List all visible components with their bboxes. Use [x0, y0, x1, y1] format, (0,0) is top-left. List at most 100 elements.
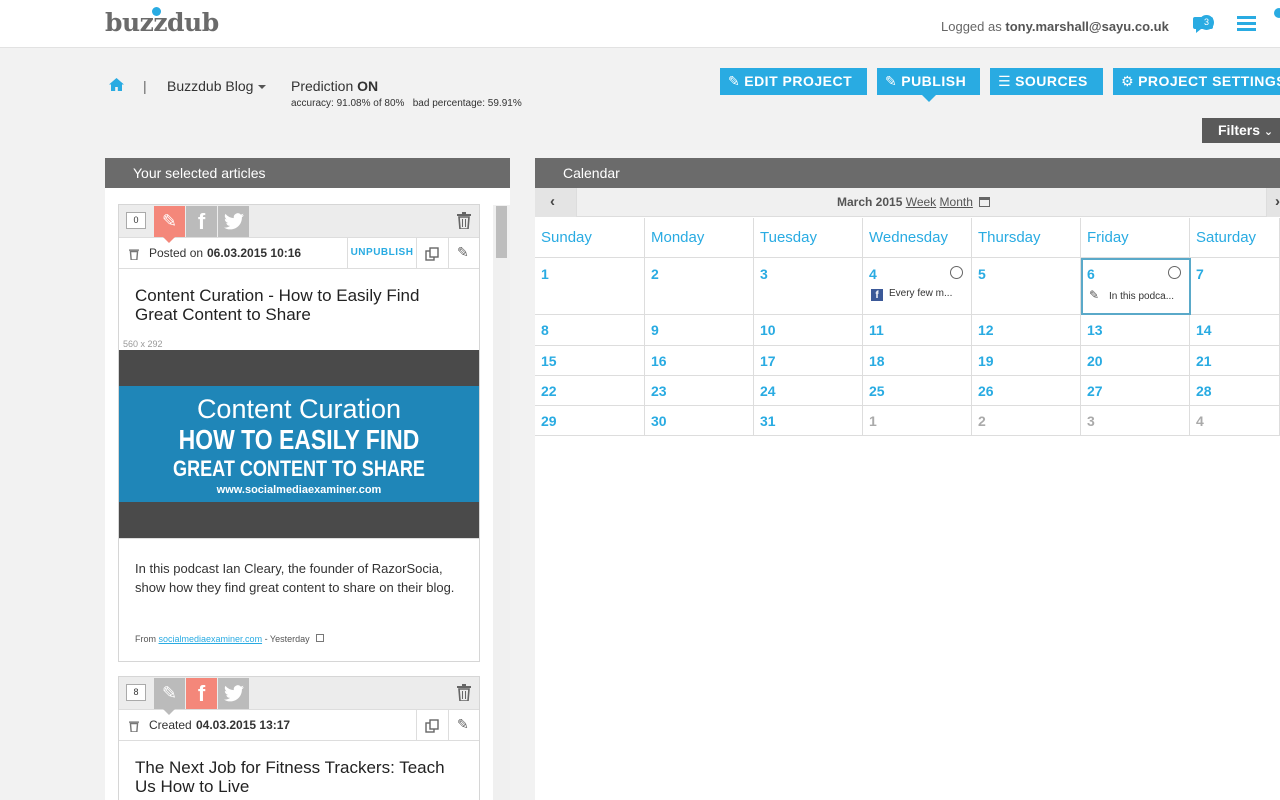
project-selector[interactable]: Buzzdub Blog: [167, 78, 267, 94]
calendar-day-cell[interactable]: 11: [863, 315, 972, 346]
copy-icon[interactable]: [425, 247, 439, 261]
article-count: 8: [126, 684, 146, 701]
filters-label: Filters: [1218, 122, 1261, 138]
calendar-day-cell[interactable]: 9: [645, 315, 754, 346]
calendar-day-cell[interactable]: 27: [1081, 376, 1190, 406]
articles-scrollbar[interactable]: [493, 205, 510, 800]
twitter-icon[interactable]: [218, 678, 249, 709]
calendar-day-cell[interactable]: 1: [863, 406, 972, 436]
sources-button[interactable]: ☰ SOURCES: [990, 68, 1103, 95]
logo-dot: [152, 7, 161, 16]
calendar-next-button[interactable]: ›: [1266, 188, 1280, 217]
calendar-day-cell[interactable]: 19: [972, 346, 1081, 376]
article-title[interactable]: The Next Job for Fitness Trackers: Teach…: [135, 758, 465, 796]
trash-icon[interactable]: [457, 212, 471, 229]
calendar-day-number: 1: [541, 266, 549, 282]
user-email: tony.marshall@sayu.co.uk: [1005, 19, 1169, 34]
logged-in-label: Logged as tony.marshall@sayu.co.uk: [941, 19, 1169, 34]
calendar-day-cell[interactable]: 2: [972, 406, 1081, 436]
calendar-day-cell[interactable]: 5: [972, 258, 1081, 315]
calendar-day-cell[interactable]: 18: [863, 346, 972, 376]
menu-icon[interactable]: [1237, 16, 1256, 32]
calendar-day-cell[interactable]: 8: [535, 315, 645, 346]
app-logo[interactable]: buzzdub: [105, 8, 219, 37]
calendar-day-cell[interactable]: 23: [645, 376, 754, 406]
facebook-icon[interactable]: f: [186, 678, 217, 709]
month-view-link[interactable]: Month: [940, 195, 973, 209]
calendar-day-number: 8: [541, 322, 549, 338]
calendar-day-cell[interactable]: 24: [754, 376, 863, 406]
trash-small-icon[interactable]: [129, 248, 139, 260]
calendar-day-cell[interactable]: 12: [972, 315, 1081, 346]
day-name-thursday: Thursday: [972, 218, 1081, 258]
calendar-day-cell[interactable]: 3: [1081, 406, 1190, 436]
filters-button[interactable]: Filters ⌄: [1202, 118, 1280, 143]
home-icon[interactable]: [109, 78, 124, 91]
calendar-event[interactable]: ✎ In this podca...: [1089, 288, 1174, 302]
calendar-day-cell[interactable]: 16: [645, 346, 754, 376]
status-date: 06.03.2015 10:16: [207, 246, 302, 260]
calendar-day-cell[interactable]: 1: [535, 258, 645, 315]
calendar-day-cell[interactable]: 31: [754, 406, 863, 436]
week-view-link[interactable]: Week: [906, 195, 936, 209]
day-name-tuesday: Tuesday: [754, 218, 863, 258]
calendar-day-cell[interactable]: 29: [535, 406, 645, 436]
calendar-day-number: 12: [978, 322, 994, 338]
trash-small-icon[interactable]: [129, 720, 139, 732]
calendar-day-number: 6: [1087, 266, 1095, 282]
calendar-day-cell[interactable]: 7: [1190, 258, 1280, 315]
calendar-day-cell[interactable]: 4 f Every few m...: [863, 258, 972, 315]
prediction-status: Prediction ON: [291, 78, 378, 94]
calendar-event[interactable]: f Every few m...: [871, 288, 952, 301]
calendar-day-cell[interactable]: 4: [1190, 406, 1280, 436]
calendar-day-cell[interactable]: 22: [535, 376, 645, 406]
unpublish-button[interactable]: UNPUBLISH: [347, 238, 417, 268]
calendar-day-cell[interactable]: 26: [972, 376, 1081, 406]
project-settings-label: PROJECT SETTINGS: [1138, 73, 1280, 89]
calendar-day-number: 14: [1196, 322, 1212, 338]
calendar-day-cell[interactable]: 13: [1081, 315, 1190, 346]
calendar-event-text: In this podca...: [1109, 291, 1175, 302]
calendar-day-cell[interactable]: 3: [754, 258, 863, 315]
calendar-icon[interactable]: [979, 197, 991, 207]
divider: [416, 710, 417, 740]
calendar-day-cell[interactable]: 30: [645, 406, 754, 436]
calendar-day-number: 15: [541, 353, 557, 369]
edit-post-icon[interactable]: ✎: [154, 678, 185, 709]
edit-post-icon[interactable]: ✎: [154, 206, 185, 237]
calendar-day-number: 7: [1196, 266, 1204, 282]
calendar-day-cell[interactable]: 28: [1190, 376, 1280, 406]
publish-label: PUBLISH: [901, 73, 967, 89]
calendar-day-cell[interactable]: 2: [645, 258, 754, 315]
calendar-prev-button[interactable]: ‹: [535, 188, 577, 217]
calendar-day-cell[interactable]: 21: [1190, 346, 1280, 376]
facebook-icon[interactable]: f: [186, 206, 217, 237]
calendar-day-cell[interactable]: 17: [754, 346, 863, 376]
source-link[interactable]: socialmediaexaminer.com: [159, 634, 263, 644]
publish-button[interactable]: ✎ PUBLISH: [877, 68, 980, 102]
article-title[interactable]: Content Curation - How to Easily Find Gr…: [135, 286, 465, 324]
sources-label: SOURCES: [1015, 73, 1088, 89]
calendar-day-number: 4: [1196, 413, 1204, 429]
pencil-icon[interactable]: ✎: [457, 716, 469, 733]
calendar-day-cell[interactable]: 14: [1190, 315, 1280, 346]
calendar-day-cell[interactable]: 25: [863, 376, 972, 406]
copy-icon[interactable]: [425, 719, 439, 733]
notification-badge[interactable]: 3: [1199, 15, 1214, 30]
external-link-icon[interactable]: [316, 634, 325, 642]
trash-icon[interactable]: [457, 684, 471, 701]
article-excerpt: In this podcast Ian Cleary, the founder …: [135, 561, 455, 595]
logged-prefix: Logged as: [941, 19, 1002, 34]
article-status-row: Posted on 06.03.2015 10:16 UNPUBLISH ✎: [119, 238, 479, 269]
calendar-day-cell[interactable]: 20: [1081, 346, 1190, 376]
image-pattern-bottom: [119, 502, 479, 538]
edit-project-button[interactable]: ✎ EDIT PROJECT: [720, 68, 867, 95]
calendar-day-cell[interactable]: 6 ✎ In this podca...: [1081, 258, 1190, 315]
twitter-icon[interactable]: [218, 206, 249, 237]
calendar-day-cell[interactable]: 15: [535, 346, 645, 376]
calendar-day-cell[interactable]: 10: [754, 315, 863, 346]
articles-scrollbar-thumb[interactable]: [496, 206, 507, 258]
account-dot-icon[interactable]: [1274, 8, 1280, 18]
pencil-icon[interactable]: ✎: [457, 244, 469, 261]
project-settings-button[interactable]: ⚙ PROJECT SETTINGS: [1113, 68, 1280, 95]
